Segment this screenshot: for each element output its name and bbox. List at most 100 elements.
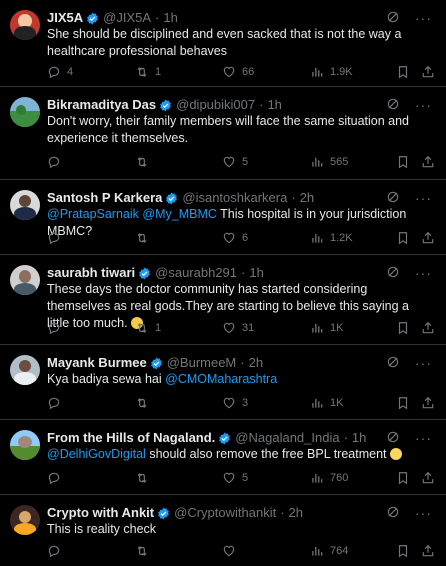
retweet-button[interactable] [135,395,155,411]
retweet-button[interactable] [135,543,155,559]
handle[interactable]: @Nagaland_India [235,429,339,447]
display-name[interactable]: Bikramaditya Das [47,96,156,114]
views-button[interactable]: 565 [310,154,348,170]
bookmark-button[interactable] [396,543,416,559]
timestamp[interactable]: 2h [300,189,314,207]
tweet[interactable]: Bikramaditya Das @dipubiki007 · 1h ··· D… [0,87,446,180]
display-name[interactable]: From the Hills of Nagaland. [47,429,215,447]
bookmark-button[interactable] [396,320,416,336]
reply-button[interactable] [47,230,67,246]
tweet[interactable]: Santosh P Karkera @isantoshkarkera · 2h … [0,180,446,255]
retweet-button[interactable]: 1 [135,64,161,80]
avatar[interactable] [10,97,40,127]
timestamp[interactable]: 1h [249,264,263,282]
mention-link[interactable]: @CMOMaharashtra [165,372,277,386]
grok-icon[interactable] [386,10,400,24]
avatar[interactable] [10,10,40,40]
display-name[interactable]: Mayank Burmee [47,354,147,372]
retweet-button[interactable]: 1 [135,320,161,336]
views-button[interactable]: 1K [310,395,343,411]
avatar[interactable] [10,190,40,220]
tweet[interactable]: Mayank Burmee @BurmeeM · 2h ··· Kya badi… [0,345,446,420]
views-button[interactable]: 1K [310,320,343,336]
more-icon[interactable]: ··· [415,504,432,522]
verified-badge-icon [159,99,172,112]
views-button[interactable]: 1.9K [310,64,353,80]
display-name[interactable]: Santosh P Karkera [47,189,162,207]
more-icon[interactable]: ··· [415,96,432,114]
avatar[interactable] [10,505,40,535]
like-button[interactable]: 5 [222,154,248,170]
timestamp[interactable]: 1h [352,429,366,447]
like-button[interactable] [222,543,242,559]
tweet[interactable]: Crypto with Ankit @Cryptowithankit · 2h … [0,495,446,566]
retweet-icon [135,321,149,335]
like-button[interactable]: 6 [222,230,248,246]
retweet-button[interactable] [135,154,155,170]
more-icon[interactable]: ··· [415,354,432,372]
display-name[interactable]: JIX5A [47,9,83,27]
timestamp[interactable]: 1h [163,9,177,27]
mention-link[interactable]: @My_MBMC [142,207,217,221]
display-name[interactable]: saurabh tiwari [47,264,135,282]
views-button[interactable]: 764 [310,543,348,559]
avatar[interactable] [10,355,40,385]
handle[interactable]: @Cryptowithankit [174,504,276,522]
reply-button[interactable] [47,154,67,170]
like-button[interactable]: 66 [222,64,254,80]
handle[interactable]: @dipubiki007 [176,96,255,114]
views-button[interactable]: 760 [310,470,348,486]
share-button[interactable] [421,395,441,411]
more-icon[interactable]: ··· [415,189,432,207]
bookmark-button[interactable] [396,230,416,246]
tweet[interactable]: saurabh tiwari @saurabh291 · 1h ··· Thes… [0,255,446,345]
views-button[interactable]: 1.2K [310,230,353,246]
reply-button[interactable] [47,543,67,559]
like-button[interactable]: 31 [222,320,254,336]
reply-button[interactable]: 4 [47,64,73,80]
tweet[interactable]: From the Hills of Nagaland. @Nagaland_In… [0,420,446,495]
share-button[interactable] [421,543,441,559]
mention-link[interactable]: @PratapSarnaik [47,207,139,221]
view-count: 764 [330,545,349,557]
bookmark-button[interactable] [396,470,416,486]
mention-link[interactable]: @DelhiGovDigital [47,447,146,461]
more-icon[interactable]: ··· [415,264,432,282]
bookmark-button[interactable] [396,154,416,170]
tweet[interactable]: JIX5A @JIX5A · 1h ··· She should be disc… [0,0,446,87]
grok-icon[interactable] [386,355,400,369]
grok-icon[interactable] [386,97,400,111]
timestamp[interactable]: 1h [267,96,281,114]
share-button[interactable] [421,470,441,486]
grok-icon[interactable] [386,190,400,204]
handle[interactable]: @isantoshkarkera [182,189,287,207]
share-button[interactable] [421,154,441,170]
handle[interactable]: @JIX5A [103,9,151,27]
reply-button[interactable] [47,320,67,336]
bookmark-button[interactable] [396,64,416,80]
share-button[interactable] [421,320,441,336]
more-icon[interactable]: ··· [415,9,432,27]
more-icon[interactable]: ··· [415,429,432,447]
timestamp[interactable]: 2h [289,504,303,522]
reply-button[interactable] [47,470,67,486]
avatar[interactable] [10,430,40,460]
retweet-button[interactable] [135,230,155,246]
reply-feed: JIX5A @JIX5A · 1h ··· She should be disc… [0,0,446,566]
timestamp[interactable]: 2h [249,354,263,372]
reply-button[interactable] [47,395,67,411]
handle[interactable]: @BurmeeM [167,354,237,372]
share-icon [421,471,435,485]
share-button[interactable] [421,64,441,80]
share-button[interactable] [421,230,441,246]
grok-icon[interactable] [386,265,400,279]
retweet-button[interactable] [135,470,155,486]
avatar[interactable] [10,265,40,295]
handle[interactable]: @saurabh291 [155,264,237,282]
grok-icon[interactable] [386,505,400,519]
display-name[interactable]: Crypto with Ankit [47,504,154,522]
grok-icon[interactable] [386,430,400,444]
bookmark-button[interactable] [396,395,416,411]
like-button[interactable]: 3 [222,395,248,411]
like-button[interactable]: 5 [222,470,248,486]
